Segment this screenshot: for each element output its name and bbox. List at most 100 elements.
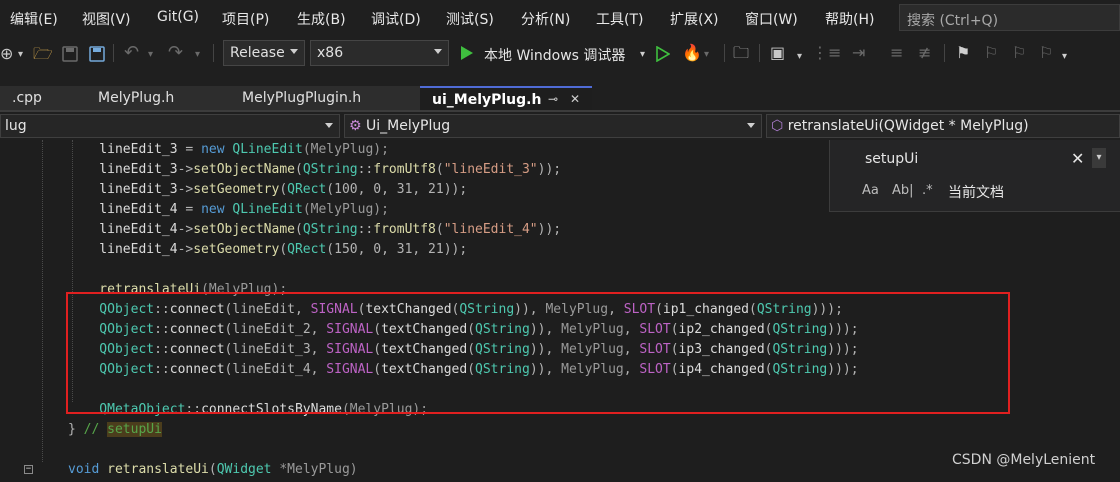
comment-icon[interactable]: ≡ [890, 45, 903, 61]
code-token: -> [177, 242, 194, 257]
menu-git[interactable]: Git(G) [157, 9, 199, 25]
member-dropdown[interactable]: ⬡ retranslateUi(QWidget * MelyPlug) [766, 114, 1120, 138]
code-token: setGeometry [193, 182, 280, 197]
code-token: SIGNAL [326, 342, 374, 357]
menu-extensions[interactable]: 扩展(X) [670, 9, 719, 29]
chevron-down-icon[interactable]: ▾ [195, 47, 200, 63]
match-case-icon[interactable]: Aa [862, 183, 879, 198]
class-dropdown[interactable]: ⚙ Ui_MelyPlug [344, 114, 762, 138]
tab-melyplugplugin-h[interactable]: MelyPlugPlugin.h [230, 86, 420, 110]
undo-icon[interactable]: ↶ [124, 44, 139, 62]
code-token: QObject [68, 342, 155, 357]
redo-icon[interactable]: ↷ [168, 44, 183, 62]
prev-bookmark-icon[interactable]: ⚐ [984, 45, 998, 61]
find-input[interactable]: setupUi [865, 151, 918, 167]
toolbar: ⊕ ▾ 🗁 ↶ ▾ ↷ ▾ Release x86 本地 Windows 调试器… [0, 35, 1120, 74]
menu-test[interactable]: 测试(S) [446, 9, 494, 29]
chevron-down-icon[interactable]: ▾ [18, 47, 23, 63]
code-token: QString [772, 362, 828, 377]
chevron-down-icon [747, 123, 755, 128]
chevron-down-icon[interactable]: ▾ [797, 49, 802, 65]
code-token: -> [177, 162, 194, 177]
code-token: textChanged [381, 342, 468, 357]
menu-bar: 编辑(E) 视图(V) Git(G) 项目(P) 生成(B) 调试(D) 测试(… [0, 0, 1120, 35]
code-token: } [68, 422, 84, 437]
tab-cpp[interactable]: .cpp [0, 86, 86, 110]
save-all-icon[interactable] [89, 46, 105, 62]
member-value: retranslateUi(QWidget * MelyPlug) [787, 118, 1029, 134]
menu-tools[interactable]: 工具(T) [596, 9, 643, 29]
toolbar-separator [213, 44, 214, 62]
next-bookmark-icon[interactable]: ⚐ [1012, 45, 1026, 61]
chevron-down-icon[interactable]: ▾ [1092, 148, 1106, 168]
tab-ui-melyplug-h[interactable]: ui_MelyPlug.h ⊸ ✕ [420, 86, 592, 110]
menu-project[interactable]: 项目(P) [222, 9, 269, 29]
chevron-down-icon[interactable]: ▾ [1062, 49, 1067, 65]
tab-melyplug-h[interactable]: MelyPlug.h [86, 86, 230, 110]
close-icon[interactable]: ✕ [570, 92, 580, 106]
configuration-select[interactable]: Release [223, 40, 305, 66]
code-token: )), [514, 302, 546, 317]
code-line: } // setupUi [0, 420, 1120, 440]
chevron-down-icon[interactable]: ▾ [148, 47, 153, 63]
code-token: QObject [68, 322, 155, 337]
menu-window[interactable]: 窗口(W) [745, 9, 798, 29]
code-token: QRect [287, 242, 327, 257]
run-icon[interactable] [460, 45, 474, 61]
clear-bookmarks-icon[interactable]: ⚐ [1039, 45, 1053, 61]
code-line: QObject::connect(lineEdit, SIGNAL (textCh… [0, 300, 1120, 320]
regex-icon[interactable]: .* [922, 183, 933, 198]
chevron-down-icon[interactable]: ▾ [704, 47, 709, 63]
code-token: )); [537, 222, 562, 237]
code-token: ( [373, 362, 382, 377]
code-token: , [623, 322, 640, 337]
menu-edit[interactable]: 编辑(E) [10, 9, 58, 29]
save-icon[interactable] [62, 46, 78, 62]
code-token: QString [772, 322, 828, 337]
code-token: retranslateUi [68, 282, 202, 297]
code-token: -> [177, 222, 194, 237]
menu-view[interactable]: 视图(V) [82, 9, 131, 29]
close-icon[interactable]: ✕ [1071, 149, 1084, 168]
code-token: QString [756, 302, 812, 317]
menu-help[interactable]: 帮助(H) [825, 9, 874, 29]
code-token: lineEdit_4 [68, 202, 178, 217]
code-token: (MelyPlug); [201, 282, 288, 297]
add-item-icon[interactable]: ⊕ [0, 46, 13, 62]
uncomment-icon[interactable]: ≢ [918, 45, 931, 61]
code-token: SIGNAL [326, 322, 374, 337]
class-icon: ⚙ [349, 118, 362, 134]
visual-studio-window: 编辑(E) 视图(V) Git(G) 项目(P) 生成(B) 调试(D) 测试(… [0, 0, 1120, 482]
open-folder-icon[interactable]: 🗁 [33, 46, 53, 62]
code-token: connect [169, 322, 225, 337]
collapse-icon[interactable]: − [24, 465, 33, 474]
layout-icon[interactable]: ▣ [770, 45, 785, 61]
run-without-debug-icon[interactable] [656, 46, 670, 62]
code-token: SLOT [623, 302, 656, 317]
code-token: (150, 0, 31, 21)); [326, 242, 468, 257]
format-icon[interactable]: ⋮≡ [812, 45, 841, 61]
code-token: SLOT [639, 342, 671, 357]
code-token: ( [279, 242, 288, 257]
start-debugger-button[interactable]: 本地 Windows 调试器 [484, 45, 625, 65]
chevron-down-icon[interactable]: ▾ [640, 47, 645, 63]
bookmark-icon[interactable]: ⚑ [956, 45, 970, 61]
tab-label: MelyPlug.h [98, 90, 175, 106]
menu-debug[interactable]: 调试(D) [371, 9, 421, 29]
search-scope[interactable]: 当前文档 [948, 182, 1004, 202]
code-token: ))); [811, 302, 843, 317]
solution-explorer-icon[interactable]: 🗀 [733, 45, 749, 61]
indent-icon[interactable]: ⇥ [852, 45, 865, 61]
code-token: (100, 0, 31, 21)); [326, 182, 468, 197]
code-token: ( [208, 462, 217, 477]
search-input[interactable]: 搜索 (Ctrl+Q) [899, 4, 1120, 31]
menu-build[interactable]: 生成(B) [297, 9, 346, 29]
project-dropdown[interactable]: lug [0, 114, 340, 138]
hot-reload-icon[interactable]: 🔥 [682, 45, 702, 61]
platform-select[interactable]: x86 [310, 40, 449, 66]
code-token: QMetaObject [68, 402, 186, 417]
pin-icon[interactable]: ⊸ [548, 92, 558, 106]
menu-analyze[interactable]: 分析(N) [521, 9, 570, 29]
whole-word-icon[interactable]: Ab| [892, 183, 914, 198]
